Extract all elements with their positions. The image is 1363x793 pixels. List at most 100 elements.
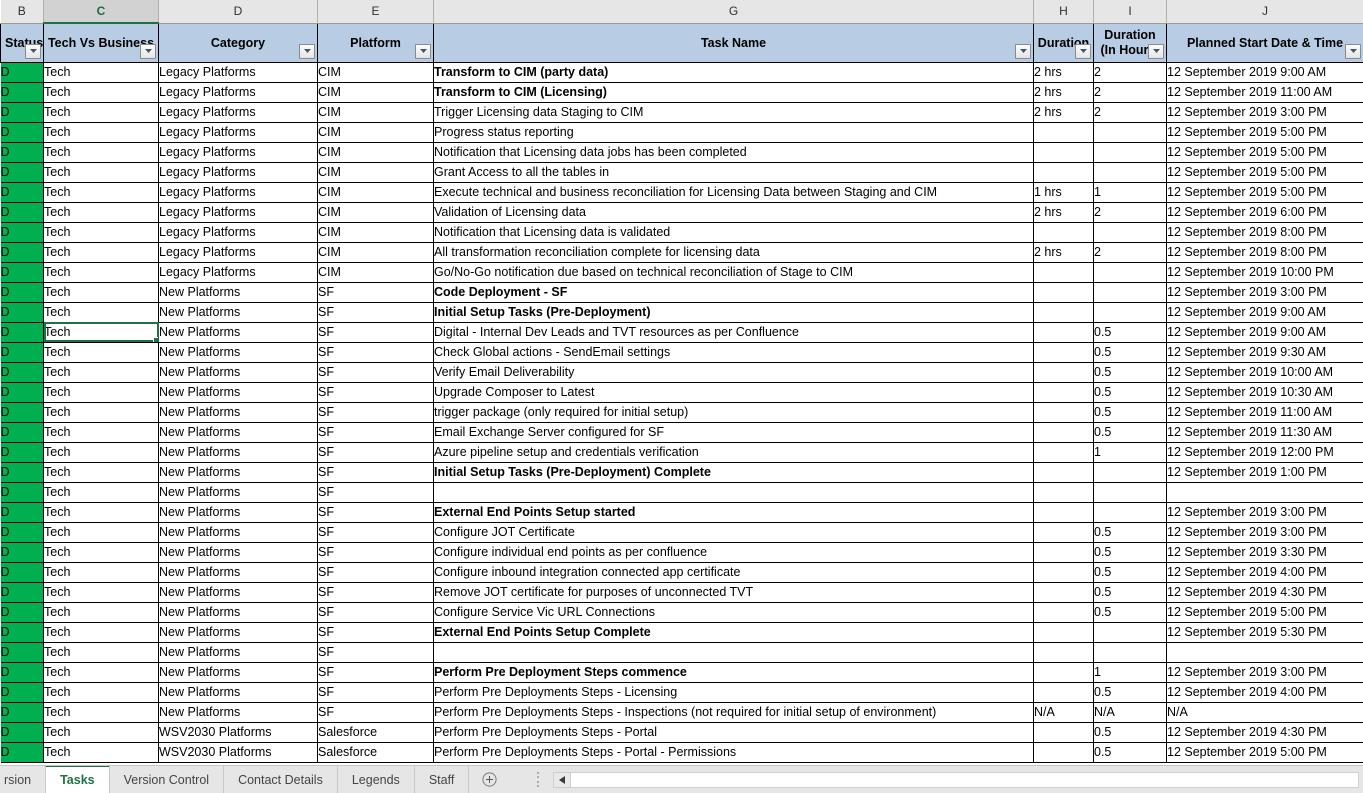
cell-duration-hours[interactable] xyxy=(1093,481,1167,503)
table-row[interactable]: D Tech New Platforms SF External End Points … xyxy=(0,501,1363,523)
cell-duration-hours[interactable]: 1 xyxy=(1093,181,1167,203)
cell-planned-start[interactable]: 12 September 2019 8:00 PM xyxy=(1166,241,1363,263)
cell-task-name[interactable]: Transform to CIM (Licensing) xyxy=(433,81,1034,103)
cell-status[interactable]: D xyxy=(0,61,44,83)
cell-duration[interactable] xyxy=(1033,421,1094,443)
cell-duration[interactable] xyxy=(1033,561,1094,583)
cell-duration[interactable] xyxy=(1033,721,1094,743)
cell-status[interactable]: D xyxy=(0,541,44,563)
cell-category[interactable]: Legacy Platforms xyxy=(158,221,318,243)
cell-planned-start[interactable]: 12 September 2019 11:00 AM xyxy=(1166,401,1363,423)
cell-task-name[interactable]: External End Points Setup Complete xyxy=(433,621,1034,643)
cell-tech-vs-business[interactable]: Tech xyxy=(43,261,159,283)
cell-duration-hours[interactable] xyxy=(1093,641,1167,663)
cell-duration-hours[interactable]: 0.5 xyxy=(1093,541,1167,563)
cell-status[interactable]: D xyxy=(0,181,44,203)
cell-status[interactable]: D xyxy=(0,421,44,443)
cell-status[interactable]: D xyxy=(0,201,44,223)
sheet-tab-staff[interactable]: Staff xyxy=(414,766,470,793)
filter-dropdown-duration[interactable] xyxy=(1075,43,1091,59)
cell-status[interactable]: D xyxy=(0,341,44,363)
filter-dropdown-task-name[interactable] xyxy=(1015,43,1031,59)
cell-platform[interactable]: CIM xyxy=(317,261,434,283)
cell-task-name[interactable]: Configure individual end points as per c… xyxy=(433,541,1034,563)
cell-duration[interactable]: 1 hrs xyxy=(1033,181,1094,203)
cell-tech-vs-business[interactable]: Tech xyxy=(43,201,159,223)
cell-duration[interactable]: 2 hrs xyxy=(1033,201,1094,223)
cell-category[interactable]: New Platforms xyxy=(158,601,318,623)
cell-planned-start[interactable]: 12 September 2019 5:00 PM xyxy=(1166,181,1363,203)
cell-tech-vs-business[interactable]: Tech xyxy=(43,521,159,543)
cell-status[interactable]: D xyxy=(0,401,44,423)
cell-duration-hours[interactable] xyxy=(1093,221,1167,243)
cell-category[interactable]: New Platforms xyxy=(158,321,318,343)
sheet-tab-tasks[interactable]: Tasks xyxy=(45,766,110,793)
cell-duration-hours[interactable]: 0.5 xyxy=(1093,681,1167,703)
cell-status[interactable]: D xyxy=(0,481,44,503)
column-header-H[interactable]: H xyxy=(1033,0,1094,24)
cell-duration[interactable] xyxy=(1033,281,1094,303)
cell-category[interactable]: Legacy Platforms xyxy=(158,121,318,143)
cell-tech-vs-business[interactable]: Tech xyxy=(43,701,159,723)
cell-platform[interactable]: CIM xyxy=(317,61,434,83)
filter-dropdown-tech-vs-business[interactable] xyxy=(140,43,156,59)
table-row[interactable]: D Tech New Platforms SF Perform Pre Deployme… xyxy=(0,701,1363,723)
cell-duration[interactable] xyxy=(1033,441,1094,463)
cell-category[interactable]: Legacy Platforms xyxy=(158,61,318,83)
table-row[interactable]: D Tech New Platforms SF xyxy=(0,481,1363,503)
cell-duration-hours[interactable]: 0.5 xyxy=(1093,361,1167,383)
cell-tech-vs-business[interactable]: Tech xyxy=(43,361,159,383)
cell-duration-hours[interactable]: 0.5 xyxy=(1093,521,1167,543)
scrollbar-track[interactable] xyxy=(571,772,1358,787)
column-header-C[interactable]: C xyxy=(43,0,159,24)
column-header-B[interactable]: B xyxy=(0,0,44,24)
cell-duration-hours[interactable]: 2 xyxy=(1093,101,1167,123)
cell-platform[interactable]: SF xyxy=(317,361,434,383)
cell-status[interactable]: D xyxy=(0,221,44,243)
cell-task-name[interactable]: Remove JOT certificate for purposes of u… xyxy=(433,581,1034,603)
table-row[interactable]: D Tech Legacy Platforms CIM Trigger Licensin… xyxy=(0,101,1363,123)
cell-duration-hours[interactable]: 0.5 xyxy=(1093,581,1167,603)
table-row[interactable]: D Tech New Platforms SF External End Points … xyxy=(0,621,1363,643)
cell-duration[interactable] xyxy=(1033,301,1094,323)
cell-category[interactable]: New Platforms xyxy=(158,701,318,723)
cell-planned-start[interactable]: 12 September 2019 5:00 PM xyxy=(1166,121,1363,143)
worksheet-grid[interactable]: B C D E G H I J Status Tech Vs Business … xyxy=(0,0,1363,765)
cell-task-name[interactable]: External End Points Setup started xyxy=(433,501,1034,523)
cell-duration[interactable]: N/A xyxy=(1033,701,1094,723)
horizontal-scrollbar[interactable] xyxy=(553,771,1359,788)
cell-duration-hours[interactable]: 0.5 xyxy=(1093,601,1167,623)
cell-planned-start[interactable]: 12 September 2019 10:00 AM xyxy=(1166,361,1363,383)
cell-status[interactable]: D xyxy=(0,661,44,683)
cell-planned-start[interactable]: 12 September 2019 5:30 PM xyxy=(1166,621,1363,643)
filter-dropdown-planned-start[interactable] xyxy=(1345,43,1361,59)
cell-category[interactable]: New Platforms xyxy=(158,661,318,683)
sheet-tab-bar[interactable]: rsion Tasks Version Control Contact Deta… xyxy=(0,765,1363,793)
cell-category[interactable]: Legacy Platforms xyxy=(158,201,318,223)
cell-platform[interactable]: SF xyxy=(317,561,434,583)
cell-tech-vs-business[interactable]: Tech xyxy=(43,421,159,443)
column-header-D[interactable]: D xyxy=(158,0,318,24)
cell-tech-vs-business[interactable]: Tech xyxy=(43,101,159,123)
cell-status[interactable]: D xyxy=(0,641,44,663)
cell-planned-start[interactable]: 12 September 2019 3:00 PM xyxy=(1166,521,1363,543)
cell-platform[interactable]: SF xyxy=(317,501,434,523)
cell-tech-vs-business[interactable]: Tech xyxy=(43,461,159,483)
cell-category[interactable]: New Platforms xyxy=(158,561,318,583)
cell-status[interactable]: D xyxy=(0,141,44,163)
cell-category[interactable]: New Platforms xyxy=(158,401,318,423)
cell-duration[interactable] xyxy=(1033,481,1094,503)
cell-platform[interactable]: SF xyxy=(317,381,434,403)
cell-planned-start[interactable]: 12 September 2019 6:00 PM xyxy=(1166,201,1363,223)
cell-status[interactable]: D xyxy=(0,361,44,383)
cell-duration[interactable] xyxy=(1033,601,1094,623)
cell-tech-vs-business[interactable]: Tech xyxy=(43,381,159,403)
cell-task-name[interactable]: Upgrade Composer to Latest xyxy=(433,381,1034,403)
cell-tech-vs-business[interactable]: Tech xyxy=(43,161,159,183)
cell-duration-hours[interactable] xyxy=(1093,261,1167,283)
cell-duration-hours[interactable]: 0.5 xyxy=(1093,381,1167,403)
cell-status[interactable]: D xyxy=(0,261,44,283)
cell-platform[interactable]: SF xyxy=(317,481,434,503)
cell-duration[interactable] xyxy=(1033,161,1094,183)
cell-platform[interactable]: CIM xyxy=(317,241,434,263)
